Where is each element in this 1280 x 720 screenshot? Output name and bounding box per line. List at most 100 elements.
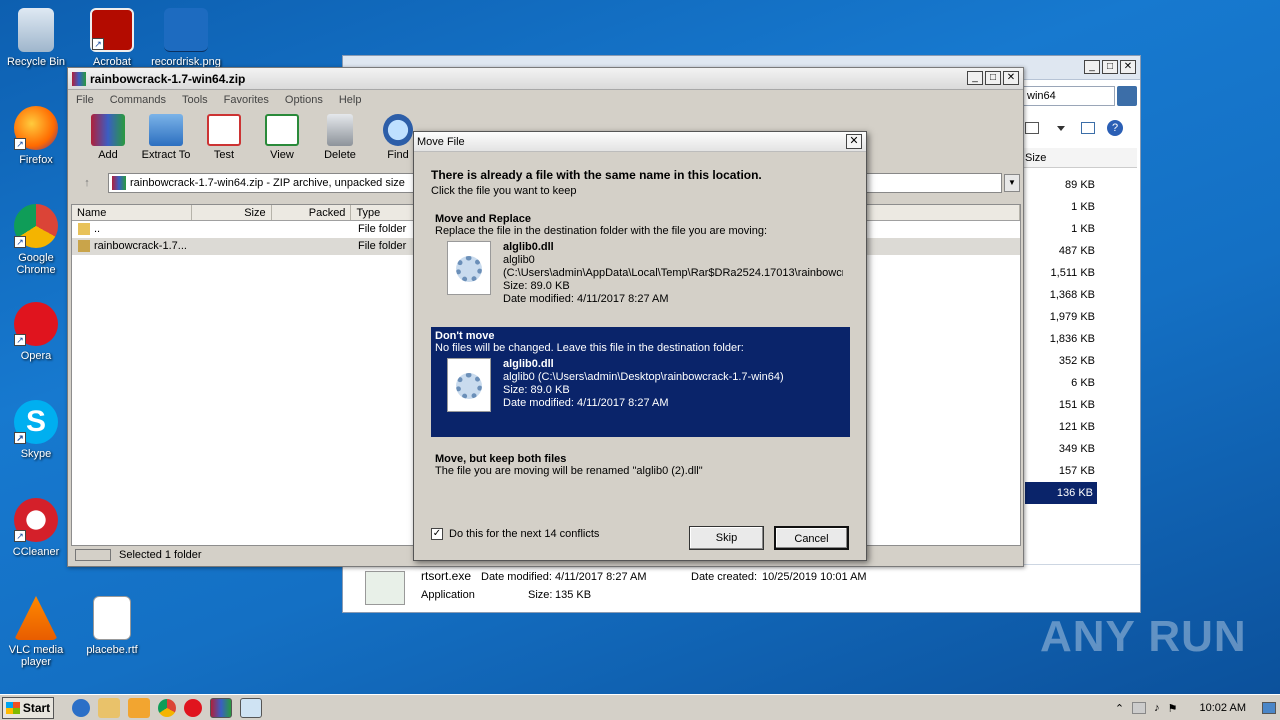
action-center-icon[interactable]: ⚑ (1168, 702, 1178, 715)
media-player-icon[interactable] (128, 697, 150, 718)
show-hidden-icons-icon[interactable]: ⌃ (1115, 702, 1124, 715)
recycle-bin-icon[interactable]: Recycle Bin (0, 8, 72, 68)
list-item[interactable]: 487 KB (1025, 240, 1135, 262)
search-input[interactable]: win64 (1023, 86, 1115, 106)
dont-move-option[interactable]: Don't move No files will be changed. Lea… (431, 327, 850, 437)
cancel-button[interactable]: Cancel (774, 526, 849, 550)
skype-icon[interactable]: S ↗ Skype (0, 400, 72, 460)
close-button[interactable]: ✕ (846, 134, 862, 149)
file-path: alglib0 (C:\Users\admin\Desktop\rainbowc… (503, 371, 784, 383)
maximize-button[interactable]: □ (985, 71, 1001, 85)
firefox-icon[interactable]: ↗ Firefox (0, 106, 72, 166)
list-item[interactable]: 1 KB (1025, 196, 1135, 218)
opera-taskbar-icon[interactable] (184, 698, 202, 717)
option-title: Move and Replace (435, 213, 531, 225)
list-item[interactable]: 1,368 KB (1025, 284, 1135, 306)
move-file-dialog[interactable]: Move File ✕ There is already a file with… (413, 131, 867, 561)
size-column-header[interactable]: Size (1023, 148, 1137, 168)
file-explorer-icon[interactable] (98, 697, 120, 718)
search-icon[interactable] (1117, 86, 1137, 106)
network-icon[interactable] (1132, 702, 1147, 714)
view-label: View (270, 149, 294, 161)
conflict-checkbox[interactable]: ✓ (431, 528, 443, 540)
show-desktop-icon[interactable] (1262, 702, 1276, 714)
view-options-icon[interactable] (1025, 122, 1039, 134)
file-name: rainbowcrack-1.7... (94, 240, 187, 252)
vlc-icon[interactable]: VLC media player (0, 596, 72, 668)
delete-button[interactable]: Delete (314, 110, 366, 161)
add-button[interactable]: Add (82, 110, 134, 161)
archive-icon (91, 114, 125, 146)
view-button[interactable]: View (256, 110, 308, 161)
path-dropdown-button[interactable]: ▼ (1004, 174, 1020, 192)
folder-icon (149, 114, 183, 146)
menu-options[interactable]: Options (285, 94, 323, 106)
file-type: File folder (358, 240, 407, 252)
file-name: alglib0.dll (503, 241, 554, 253)
close-button[interactable]: ✕ (1120, 60, 1136, 74)
extract-to-label: Extract To (141, 149, 191, 161)
preview-pane-icon[interactable] (1081, 122, 1095, 134)
test-button[interactable]: Test (198, 110, 250, 161)
list-item[interactable]: 1,511 KB (1025, 262, 1135, 284)
list-item[interactable]: 157 KB (1025, 460, 1135, 482)
list-item[interactable]: 151 KB (1025, 394, 1135, 416)
notepad-taskbar-icon[interactable] (240, 697, 262, 718)
recordrisk-file-icon[interactable]: recordrisk.png (150, 8, 222, 68)
menu-favorites[interactable]: Favorites (224, 94, 269, 106)
list-item[interactable]: 89 KB (1025, 174, 1135, 196)
clock[interactable]: 10:02 AM (1200, 702, 1246, 714)
file-info: alglib0.dll alglib0 (C:\Users\admin\AppD… (435, 241, 846, 306)
rtf-document-icon[interactable]: placebe.rtf (76, 596, 148, 656)
list-item[interactable]: 121 KB (1025, 416, 1135, 438)
help-icon[interactable]: ? (1107, 120, 1123, 136)
list-item-selected[interactable]: 136 KB (1025, 482, 1097, 504)
add-label: Add (98, 149, 118, 161)
option-title: Don't move (435, 330, 495, 342)
list-item[interactable]: 349 KB (1025, 438, 1135, 460)
details-size-value: 135 KB (555, 589, 592, 601)
minimize-button[interactable]: _ (967, 71, 983, 85)
list-item[interactable]: 1,979 KB (1025, 306, 1135, 328)
option-description: The file you are moving will be renamed … (435, 465, 703, 477)
list-item[interactable]: 1,836 KB (1025, 328, 1135, 350)
up-arrow-icon[interactable]: ↑ (78, 177, 96, 189)
menu-help[interactable]: Help (339, 94, 362, 106)
maximize-button[interactable]: □ (1102, 60, 1118, 74)
menu-commands[interactable]: Commands (110, 94, 166, 106)
desktop-icon-label: placebe.rtf (86, 644, 138, 656)
file-size: Size: 89.0 KB (503, 384, 570, 396)
close-button[interactable]: ✕ (1003, 71, 1019, 85)
start-button[interactable]: Start (2, 696, 54, 719)
list-item[interactable]: 1 KB (1025, 218, 1135, 240)
book-icon (265, 114, 299, 146)
menu-tools[interactable]: Tools (182, 94, 208, 106)
move-and-replace-option[interactable]: Move and Replace Replace the file in the… (431, 210, 850, 309)
dll-file-icon (447, 241, 491, 295)
minimize-button[interactable]: _ (1084, 60, 1100, 74)
trash-icon (327, 114, 353, 146)
menu-file[interactable]: File (76, 94, 94, 106)
option-title: Move, but keep both files (435, 453, 567, 465)
chrome-icon[interactable]: ↗ Google Chrome (0, 204, 72, 276)
internet-explorer-icon[interactable] (72, 698, 90, 717)
column-name[interactable]: Name (72, 205, 192, 220)
folder-icon (78, 223, 90, 235)
list-item[interactable]: 352 KB (1025, 350, 1135, 372)
opera-icon[interactable]: ↗ Opera (0, 302, 72, 362)
extract-to-button[interactable]: Extract To (140, 110, 192, 161)
keep-both-option[interactable]: Move, but keep both files The file you a… (431, 450, 850, 480)
winrar-taskbar-icon[interactable] (210, 697, 232, 718)
details-modified-value: 4/11/2017 8:27 AM (555, 571, 647, 583)
volume-icon[interactable]: ♪ (1154, 702, 1160, 714)
list-item[interactable]: 6 KB (1025, 372, 1135, 394)
status-text: Selected 1 folder (119, 549, 202, 561)
chrome-taskbar-icon[interactable] (158, 698, 176, 717)
drive-icon (75, 549, 111, 561)
column-size[interactable]: Size (192, 205, 272, 220)
column-packed[interactable]: Packed (272, 205, 352, 220)
chevron-down-icon[interactable] (1057, 126, 1065, 131)
skip-button[interactable]: Skip (689, 526, 764, 550)
acrobat-icon[interactable]: ↗ Acrobat (76, 8, 148, 68)
ccleaner-icon[interactable]: ↗ CCleaner (0, 498, 72, 558)
